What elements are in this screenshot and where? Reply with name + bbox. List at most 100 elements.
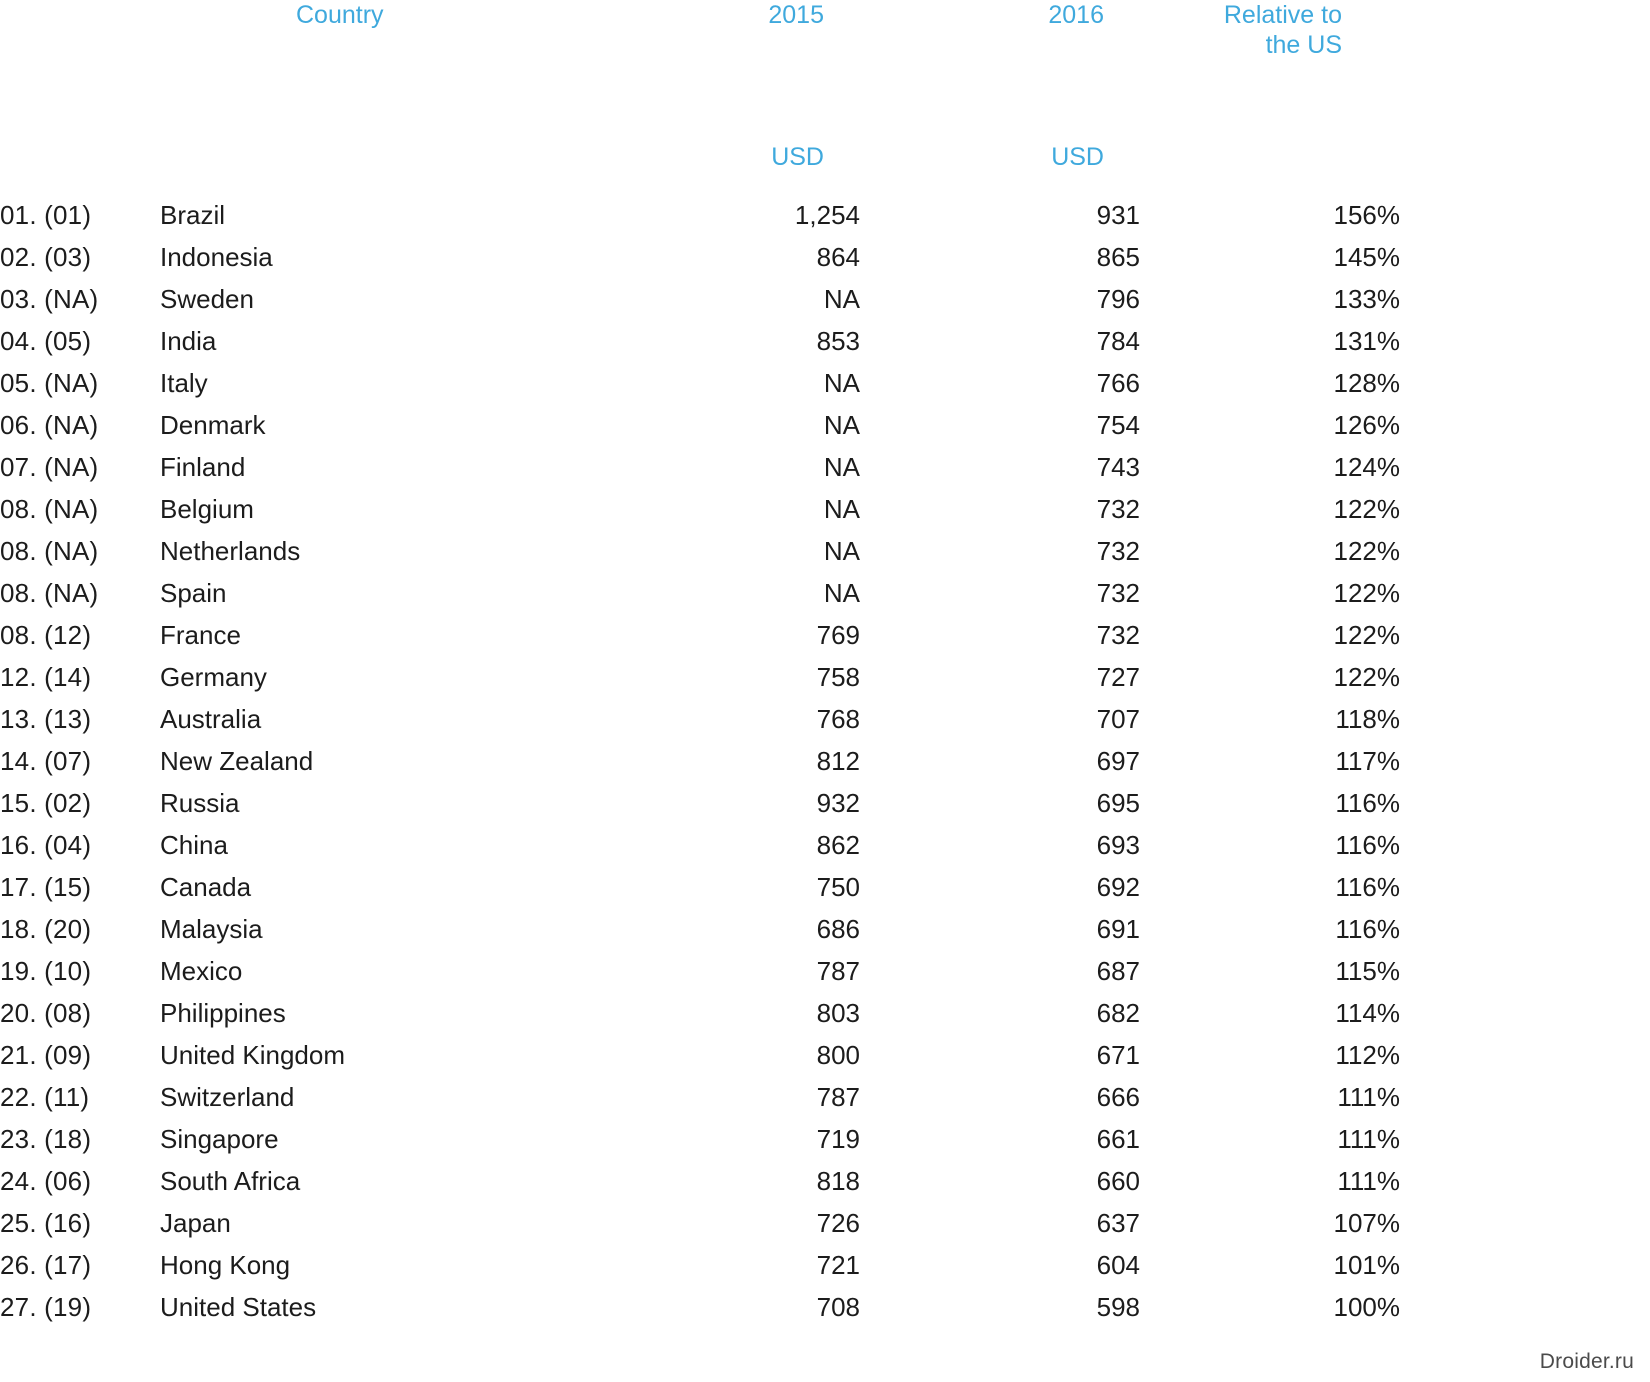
cell-rank: 23. (18) — [0, 1123, 92, 1154]
cell-value-2016: 692 — [1096, 871, 1140, 902]
cell-relative-to-us: 126% — [1333, 409, 1401, 440]
cell-value-2016: 754 — [1096, 409, 1140, 440]
cell-country: Netherlands — [160, 535, 301, 566]
cell-value-2016: 766 — [1096, 367, 1140, 398]
cell-value-2015: 787 — [816, 1081, 860, 1112]
cell-relative-to-us: 122% — [1333, 493, 1401, 524]
cell-rank: 04. (05) — [0, 325, 92, 356]
table-row: 25. (16) Japan 726 637 107% — [0, 1202, 1400, 1244]
cell-relative-to-us: 122% — [1333, 577, 1401, 608]
cell-value-2016: 693 — [1096, 829, 1140, 860]
cell-relative-to-us: 122% — [1333, 661, 1401, 692]
table-row: 08. (NA) Belgium NA 732 122% — [0, 488, 1400, 530]
cell-value-2016: 727 — [1096, 661, 1140, 692]
cell-country: India — [160, 325, 217, 356]
cell-rank: 16. (04) — [0, 829, 92, 860]
table-row: 17. (15) Canada 750 692 116% — [0, 866, 1400, 908]
cell-country: Australia — [160, 703, 262, 734]
cell-rank: 01. (01) — [0, 199, 92, 230]
cell-value-2015: NA — [823, 409, 860, 440]
cell-country: Singapore — [160, 1123, 279, 1154]
cell-value-2016: 732 — [1096, 577, 1140, 608]
cell-rank: 12. (14) — [0, 661, 92, 692]
cell-relative-to-us: 122% — [1333, 619, 1401, 650]
cell-rank: 06. (NA) — [0, 409, 99, 440]
table-row: 05. (NA) Italy NA 766 128% — [0, 362, 1400, 404]
cell-rank: 24. (06) — [0, 1165, 92, 1196]
cell-country: Canada — [160, 871, 252, 902]
table-row: 23. (18) Singapore 719 661 111% — [0, 1118, 1400, 1160]
table-row: 22. (11) Switzerland 787 666 111% — [0, 1076, 1400, 1118]
cell-relative-to-us: 117% — [1335, 745, 1400, 776]
table-row: 19. (10) Mexico 787 687 115% — [0, 950, 1400, 992]
cell-rank: 20. (08) — [0, 997, 92, 1028]
cell-rank: 22. (11) — [0, 1081, 90, 1112]
cell-relative-to-us: 131% — [1333, 325, 1401, 356]
cell-value-2016: 931 — [1096, 199, 1140, 230]
table-row: 12. (14) Germany 758 727 122% — [0, 656, 1400, 698]
table-row: 14. (07) New Zealand 812 697 117% — [0, 740, 1400, 782]
cell-country: Mexico — [160, 955, 243, 986]
unit-cell-relative — [1140, 62, 1400, 194]
table-row: 08. (NA) Netherlands NA 732 122% — [0, 530, 1400, 572]
cell-relative-to-us: 116% — [1335, 787, 1400, 818]
cell-value-2015: 686 — [816, 913, 860, 944]
table-row: 01. (01) Brazil 1,254 931 156% — [0, 194, 1400, 236]
cell-relative-to-us: 116% — [1335, 871, 1400, 902]
cell-country: Malaysia — [160, 913, 263, 944]
cell-rank: 26. (17) — [0, 1249, 92, 1280]
cell-value-2016: 666 — [1096, 1081, 1140, 1112]
cell-rank: 08. (NA) — [0, 493, 99, 524]
cell-value-2015: 726 — [816, 1207, 860, 1238]
cell-country: Philippines — [160, 997, 286, 1028]
column-header-country: Country — [296, 1, 384, 29]
cell-country: Hong Kong — [160, 1249, 291, 1280]
cell-rank: 18. (20) — [0, 913, 92, 944]
cell-value-2015: NA — [823, 283, 860, 314]
cell-relative-to-us: 118% — [1335, 703, 1400, 734]
cell-rank: 19. (10) — [0, 955, 92, 986]
cell-country: China — [160, 829, 228, 860]
cell-value-2015: 719 — [816, 1123, 860, 1154]
cell-rank: 14. (07) — [0, 745, 92, 776]
cell-value-2015: 758 — [816, 661, 860, 692]
cell-relative-to-us: 124% — [1333, 451, 1401, 482]
cell-relative-to-us: 156% — [1333, 199, 1401, 230]
cell-relative-to-us: 133% — [1333, 283, 1401, 314]
cell-country: Japan — [160, 1207, 231, 1238]
cell-value-2016: 697 — [1096, 745, 1140, 776]
cell-value-2015: 1,254 — [794, 199, 860, 230]
cell-country: Finland — [160, 451, 246, 482]
page-sheet: Country 2015 2016 Relative to the US USD… — [0, 0, 1650, 1382]
cell-rank: 15. (02) — [0, 787, 92, 818]
table-row: 02. (03) Indonesia 864 865 145% — [0, 236, 1400, 278]
cell-relative-to-us: 111% — [1337, 1165, 1400, 1196]
cell-value-2015: 768 — [816, 703, 860, 734]
cell-value-2015: 932 — [816, 787, 860, 818]
cell-relative-to-us: 116% — [1335, 913, 1400, 944]
cell-rank: 05. (NA) — [0, 367, 99, 398]
cell-value-2015: NA — [823, 535, 860, 566]
table-row: 18. (20) Malaysia 686 691 116% — [0, 908, 1400, 950]
cell-value-2016: 796 — [1096, 283, 1140, 314]
table-row: 24. (06) South Africa 818 660 111% — [0, 1160, 1400, 1202]
table-row: 21. (09) United Kingdom 800 671 112% — [0, 1034, 1400, 1076]
cell-value-2015: 787 — [816, 955, 860, 986]
table-row: 20. (08) Philippines 803 682 114% — [0, 992, 1400, 1034]
cell-value-2016: 707 — [1096, 703, 1140, 734]
column-header-relative-to-us: Relative to the US — [1223, 1, 1342, 59]
cell-value-2016: 695 — [1096, 787, 1140, 818]
cell-country: Germany — [160, 661, 267, 692]
cell-relative-to-us: 115% — [1335, 955, 1400, 986]
cell-relative-to-us: 111% — [1337, 1081, 1400, 1112]
cell-value-2016: 732 — [1096, 619, 1140, 650]
cell-relative-to-us: 116% — [1335, 829, 1400, 860]
cell-country: France — [160, 619, 241, 650]
cell-value-2015: 708 — [816, 1291, 860, 1322]
cell-value-2015: NA — [823, 577, 860, 608]
cell-value-2015: 800 — [816, 1039, 860, 1070]
cell-value-2016: 661 — [1096, 1123, 1140, 1154]
table-row: 13. (13) Australia 768 707 118% — [0, 698, 1400, 740]
table-body: USD USD 01. (01) Brazil 1,254 931 156% 02. (0… — [0, 62, 1400, 1328]
cell-relative-to-us: 128% — [1333, 367, 1401, 398]
